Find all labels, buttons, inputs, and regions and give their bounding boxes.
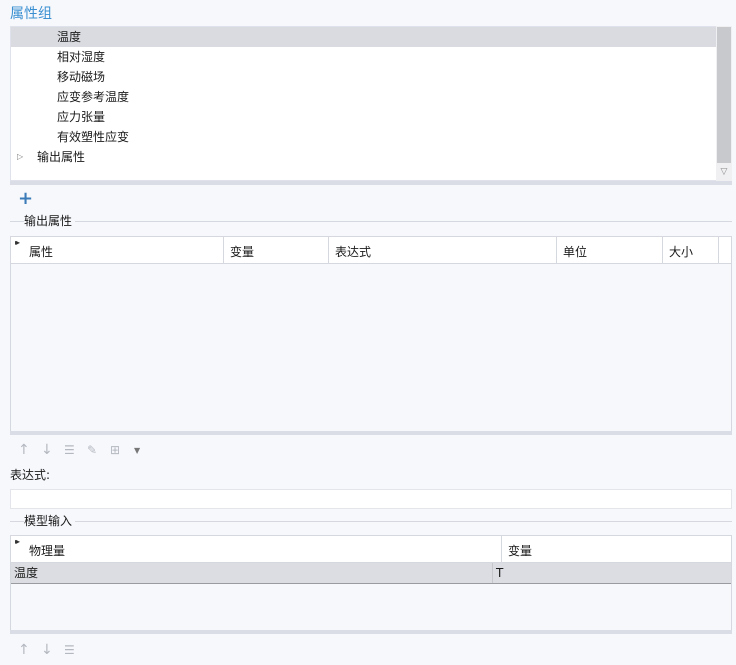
arrow-down-icon[interactable]: ↓ [41,442,53,458]
model-inputs-header: 模型输入 [10,513,732,529]
table-row[interactable]: 温度 T [11,563,731,584]
cell-variable[interactable]: T [493,563,731,583]
output-properties-header: 输出属性 [10,213,732,229]
table-options-icon[interactable]: ⊞ [110,442,120,458]
tree-scrollbar-thumb[interactable] [717,27,731,163]
arrow-up-icon[interactable]: ↑ [18,442,30,458]
tree-item-temperature[interactable]: 温度 [11,27,716,47]
column-header-property[interactable]: 属性 [23,237,224,263]
column-options-icon[interactable]: ▸▸ [15,537,20,547]
tree-item-label: 移动磁场 [57,70,106,84]
edit-icon[interactable]: ✎ [87,442,97,458]
group-title: 模型输入 [24,513,76,529]
scroll-down-icon[interactable]: ▽ [716,165,732,179]
tree-group-label: 输出属性 [37,150,86,164]
splitter[interactable] [10,630,732,634]
table-header: ▸▸ 物理量 变量 [11,536,731,563]
splitter[interactable] [10,431,732,435]
dropdown-arrow-icon[interactable]: ▼ [134,443,140,459]
splitter[interactable] [10,181,732,185]
group-divider [10,521,732,522]
column-options-icon[interactable]: ▸▸ [15,238,20,248]
property-group-tree[interactable]: 温度 相对湿度 移动磁场 应变参考温度 应力张量 有效塑性应变 ▷ 输出属性 [10,26,732,181]
table-header: ▸▸ 属性 变量 表达式 单位 大小 [11,237,731,264]
tree-item-label: 温度 [57,30,82,44]
tree-item-label: 有效塑性应变 [57,130,130,144]
delete-list-icon[interactable]: ☰ [64,642,75,658]
group-divider [10,221,732,222]
tree-item-label: 应力张量 [57,110,106,124]
column-header-size[interactable]: 大小 [663,237,719,263]
expression-label: 表达式: [10,468,51,482]
tree-item-label: 应变参考温度 [57,90,130,104]
group-title: 输出属性 [24,213,76,229]
column-header-expression[interactable]: 表达式 [329,237,557,263]
column-header-variable[interactable]: 变量 [224,237,329,263]
expression-input[interactable] [10,489,732,509]
arrow-down-icon[interactable]: ↓ [41,642,53,658]
section-title[interactable]: 属性组 [10,3,52,23]
table-toolbar: ↑ ↓ ☰ ✎ ⊞ ▼ [10,440,170,460]
delete-list-icon[interactable]: ☰ [64,442,75,458]
model-inputs-table[interactable]: ▸▸ 物理量 变量 温度 T [10,535,732,631]
column-header-unit[interactable]: 单位 [557,237,663,263]
column-header-variable[interactable]: 变量 [502,536,731,562]
plus-icon[interactable]: + [18,190,33,208]
model-inputs-toolbar: ↑ ↓ ☰ [10,640,110,660]
tree-item-label: 相对湿度 [57,50,106,64]
arrow-up-icon[interactable]: ↑ [18,642,30,658]
expand-triangle-icon[interactable]: ▷ [17,147,27,167]
cell-quantity[interactable]: 温度 [11,563,493,583]
column-header-quantity[interactable]: 物理量 [23,536,502,562]
output-properties-table[interactable]: ▸▸ 属性 变量 表达式 单位 大小 [10,236,732,432]
